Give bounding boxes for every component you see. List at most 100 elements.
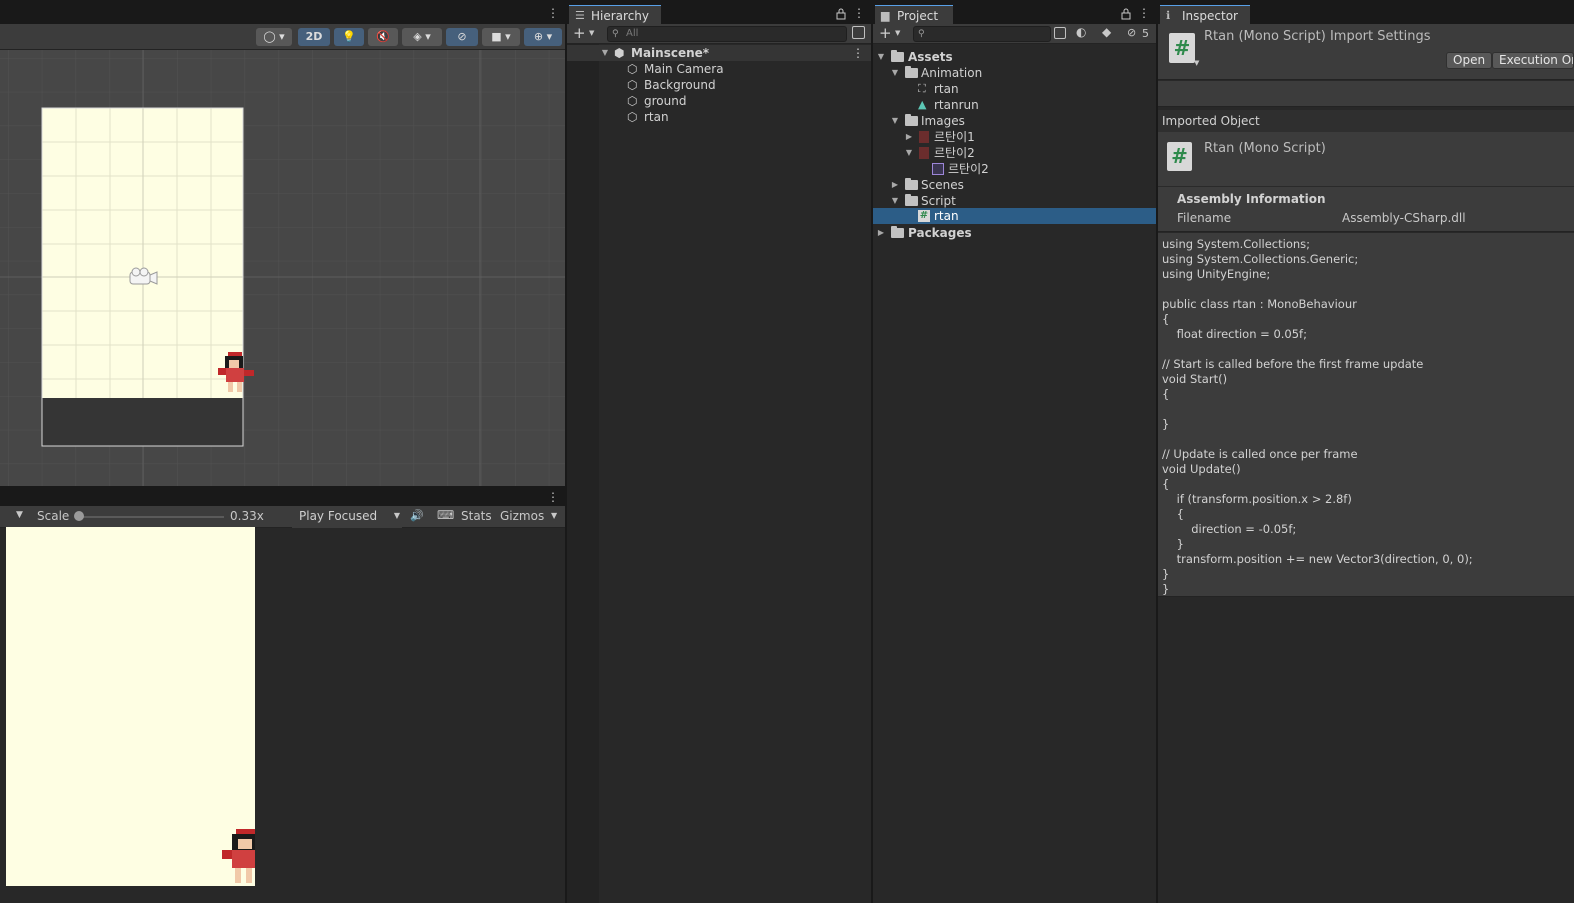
- hierarchy-panel: ☰ Hierarchy ⋮ + ▼ ⚲ All ▼ ⬢ Mainscene* ⋮…: [567, 0, 871, 903]
- expand-arrow-icon[interactable]: ▼: [890, 113, 900, 129]
- sprite-thumbnail-icon: [919, 147, 929, 159]
- collapse-arrow-icon[interactable]: ▶: [876, 225, 886, 241]
- execution-order-button[interactable]: Execution Or: [1492, 52, 1574, 69]
- lock-icon[interactable]: [836, 8, 846, 20]
- expand-arrow-icon[interactable]: ▼: [904, 145, 914, 161]
- hierarchy-item-label: Main Camera: [644, 62, 724, 76]
- hidden-objects-toggle-icon[interactable]: ⊘: [446, 28, 478, 46]
- unity-scene-icon: ⬢: [614, 46, 625, 60]
- project-folder-label: Animation: [921, 66, 983, 80]
- inspector-title: Rtan (Mono Script) Import Settings: [1204, 29, 1431, 44]
- hierarchy-list-icon: ☰: [575, 9, 585, 22]
- project-asset-rtan-script[interactable]: # rtan: [873, 208, 1156, 224]
- game-menu-icon[interactable]: ⋮: [547, 490, 559, 504]
- project-asset-rtan1[interactable]: ▶ 르탄이1: [873, 129, 1156, 145]
- stats-button[interactable]: Stats: [461, 509, 492, 523]
- gizmos-button[interactable]: Gizmos: [500, 509, 544, 523]
- hierarchy-search-placeholder: All: [626, 28, 639, 39]
- project-asset-rtan2[interactable]: ▼ 르탄이2: [873, 145, 1156, 161]
- chevron-down-icon: ▼: [393, 511, 400, 520]
- lock-icon[interactable]: [1121, 8, 1131, 20]
- project-asset-rtanrun[interactable]: ▲ rtanrun: [873, 97, 1156, 113]
- create-add-icon[interactable]: +: [879, 24, 892, 42]
- collapse-arrow-icon[interactable]: ▶: [890, 177, 900, 193]
- scene-menu-kebab-icon[interactable]: ⋮: [852, 45, 864, 61]
- search-by-type-icon[interactable]: [1054, 27, 1066, 39]
- gameobject-cube-icon: ⬡: [627, 62, 638, 76]
- scene-menu-icon[interactable]: ⋮: [547, 6, 559, 20]
- create-dropdown-icon[interactable]: ▼: [895, 29, 900, 37]
- project-folder-assets[interactable]: ▼ Assets: [873, 49, 1156, 65]
- project-search-input[interactable]: ⚲: [913, 26, 1051, 42]
- imported-object-label: Imported Object: [1162, 114, 1260, 128]
- collapse-arrow-icon[interactable]: ▶: [904, 129, 914, 145]
- inspector-tab-label: Inspector: [1182, 9, 1238, 23]
- assembly-info-label: Assembly Information: [1177, 192, 1326, 206]
- project-folder-animation[interactable]: ▼ Animation: [873, 65, 1156, 81]
- hierarchy-toolbar: + ▼ ⚲ All: [567, 24, 871, 44]
- hierarchy-menu-icon[interactable]: ⋮: [853, 6, 865, 20]
- game-render-area[interactable]: [6, 527, 255, 886]
- hierarchy-item-main-camera[interactable]: ⬡ Main Camera: [567, 61, 871, 77]
- gizmos-dropdown-icon[interactable]: ▼: [551, 511, 557, 520]
- effects-toggle-icon[interactable]: ◈ ▾: [402, 28, 442, 46]
- shading-mode-button[interactable]: ◯ ▾: [256, 28, 292, 46]
- inspector-header: # ▼ Rtan (Mono Script) Import Settings O…: [1158, 24, 1574, 80]
- preset-dropdown-icon[interactable]: ▼: [1194, 59, 1199, 67]
- open-button[interactable]: Open: [1446, 52, 1493, 69]
- project-folder-label: Scenes: [921, 178, 964, 192]
- hierarchy-scene-row[interactable]: ▼ ⬢ Mainscene* ⋮: [567, 45, 871, 61]
- hierarchy-tab[interactable]: ☰ Hierarchy: [569, 5, 661, 25]
- project-asset-label: 르탄이1: [934, 130, 975, 144]
- project-folder-scenes[interactable]: ▶ Scenes: [873, 177, 1156, 193]
- hierarchy-search-input[interactable]: ⚲ All: [607, 26, 847, 42]
- project-folder-images[interactable]: ▼ Images: [873, 113, 1156, 129]
- folder-tab-icon: ▆: [881, 9, 890, 22]
- imported-object-body: # Rtan (Mono Script) Assembly Informatio…: [1158, 132, 1574, 232]
- scale-slider-thumb[interactable]: [74, 511, 84, 521]
- gizmos-toggle-icon[interactable]: ⊕ ▾: [524, 28, 562, 46]
- folder-icon: [891, 50, 904, 62]
- project-tab[interactable]: ▆ Project: [875, 5, 953, 25]
- project-asset-label: rtan: [934, 82, 959, 96]
- info-icon: ℹ: [1166, 9, 1171, 22]
- mute-audio-icon[interactable]: 🔊: [410, 509, 424, 522]
- project-folder-script[interactable]: ▼ Script: [873, 193, 1156, 209]
- display-dropdown-icon[interactable]: ▼: [16, 510, 23, 520]
- filter-label-icon[interactable]: ◆: [1102, 25, 1111, 39]
- filename-label: Filename: [1177, 211, 1232, 225]
- create-dropdown-icon[interactable]: ▼: [589, 29, 594, 37]
- hierarchy-item-rtan[interactable]: ⬡ rtan: [567, 109, 871, 125]
- keyboard-shortcuts-icon[interactable]: ⌨: [437, 508, 454, 522]
- project-folder-label: Images: [921, 114, 965, 128]
- scale-slider-track[interactable]: [78, 516, 224, 518]
- filter-type-icon[interactable]: ◐: [1076, 25, 1086, 39]
- 2d-toggle-button[interactable]: 2D: [298, 28, 330, 46]
- hierarchy-item-ground[interactable]: ⬡ ground: [567, 93, 871, 109]
- expand-arrow-icon[interactable]: ▼: [600, 45, 610, 61]
- search-options-icon[interactable]: [852, 26, 865, 39]
- scene-grid[interactable]: [0, 50, 565, 486]
- lighting-toggle-icon[interactable]: 💡: [334, 28, 364, 46]
- expand-arrow-icon[interactable]: ▼: [890, 193, 900, 209]
- expand-arrow-icon[interactable]: ▼: [876, 49, 886, 65]
- inspector-spacer: [1158, 81, 1574, 107]
- expand-arrow-icon[interactable]: ▼: [890, 65, 900, 81]
- search-icon: ⚲: [612, 29, 619, 39]
- csharp-script-icon: #: [918, 210, 930, 222]
- hierarchy-item-background[interactable]: ⬡ Background: [567, 77, 871, 93]
- inspector-tab[interactable]: ℹ Inspector: [1160, 5, 1250, 25]
- project-asset-rtan2-sprite[interactable]: 르탄이2: [873, 161, 1156, 177]
- project-menu-icon[interactable]: ⋮: [1138, 6, 1150, 20]
- hidden-packages-icon[interactable]: ⊘: [1127, 26, 1136, 39]
- project-asset-label: 르탄이2: [948, 162, 989, 176]
- gameobject-cube-icon: ⬡: [627, 94, 638, 108]
- audio-toggle-icon[interactable]: 🔇: [368, 28, 398, 46]
- project-asset-rtan-controller[interactable]: ⛶ rtan: [873, 81, 1156, 97]
- play-mode-dropdown[interactable]: Play Focused ▼: [292, 506, 402, 528]
- create-add-icon[interactable]: +: [573, 24, 586, 42]
- object-divider: [1158, 186, 1574, 187]
- camera-settings-icon[interactable]: ■ ▾: [482, 28, 520, 46]
- project-folder-packages[interactable]: ▶ Packages: [873, 225, 1156, 241]
- project-folder-label: Script: [921, 194, 956, 208]
